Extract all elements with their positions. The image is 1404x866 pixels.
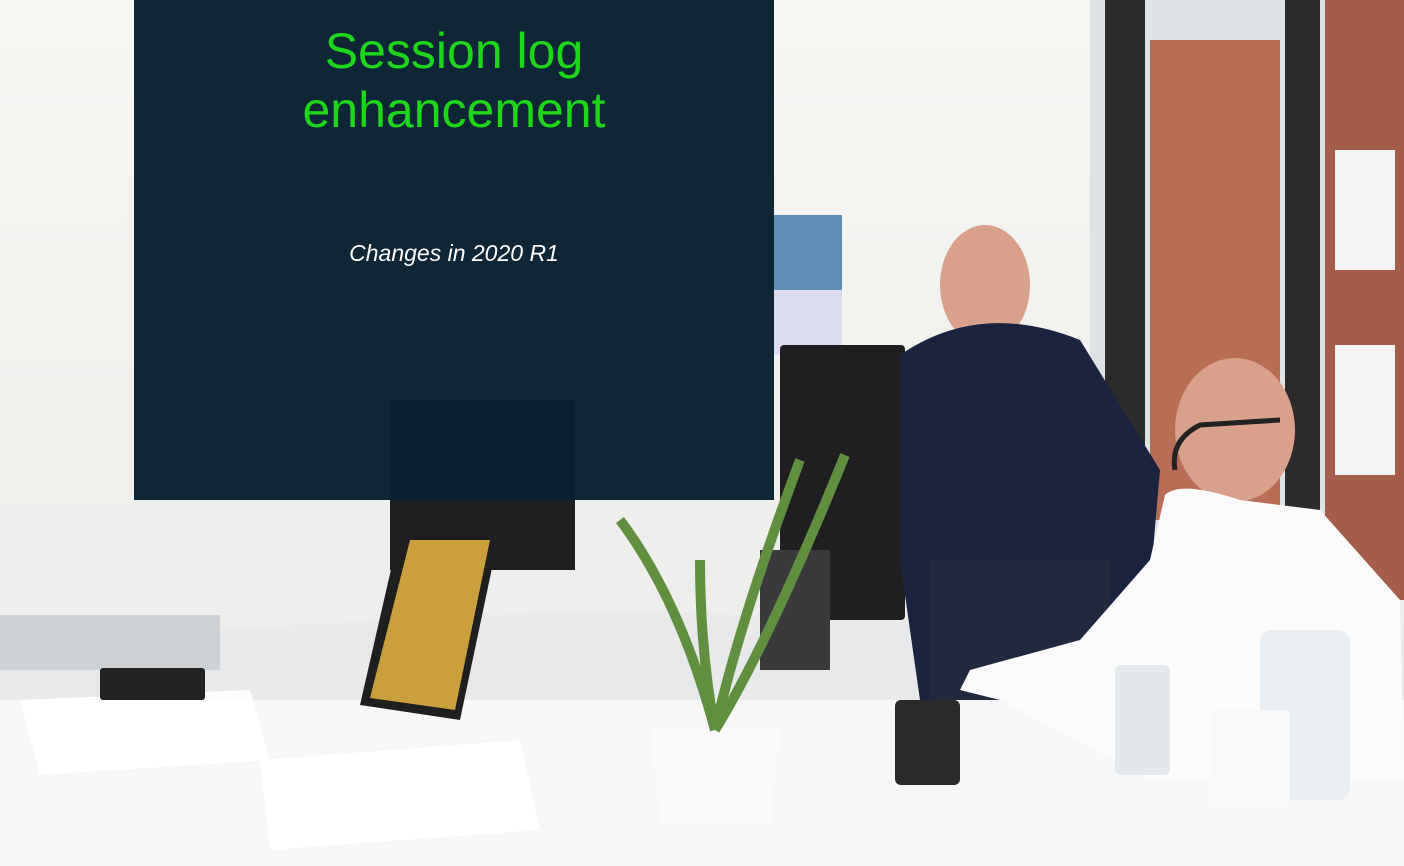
slide-subtitle: Changes in 2020 R1 [349,240,559,266]
title-panel: Session log enhancement Changes in 2020 … [134,0,774,500]
slide-title-line-2: enhancement [302,82,606,138]
slide-title: Session log enhancement [134,22,774,140]
slide-title-line-1: Session log [324,23,584,79]
